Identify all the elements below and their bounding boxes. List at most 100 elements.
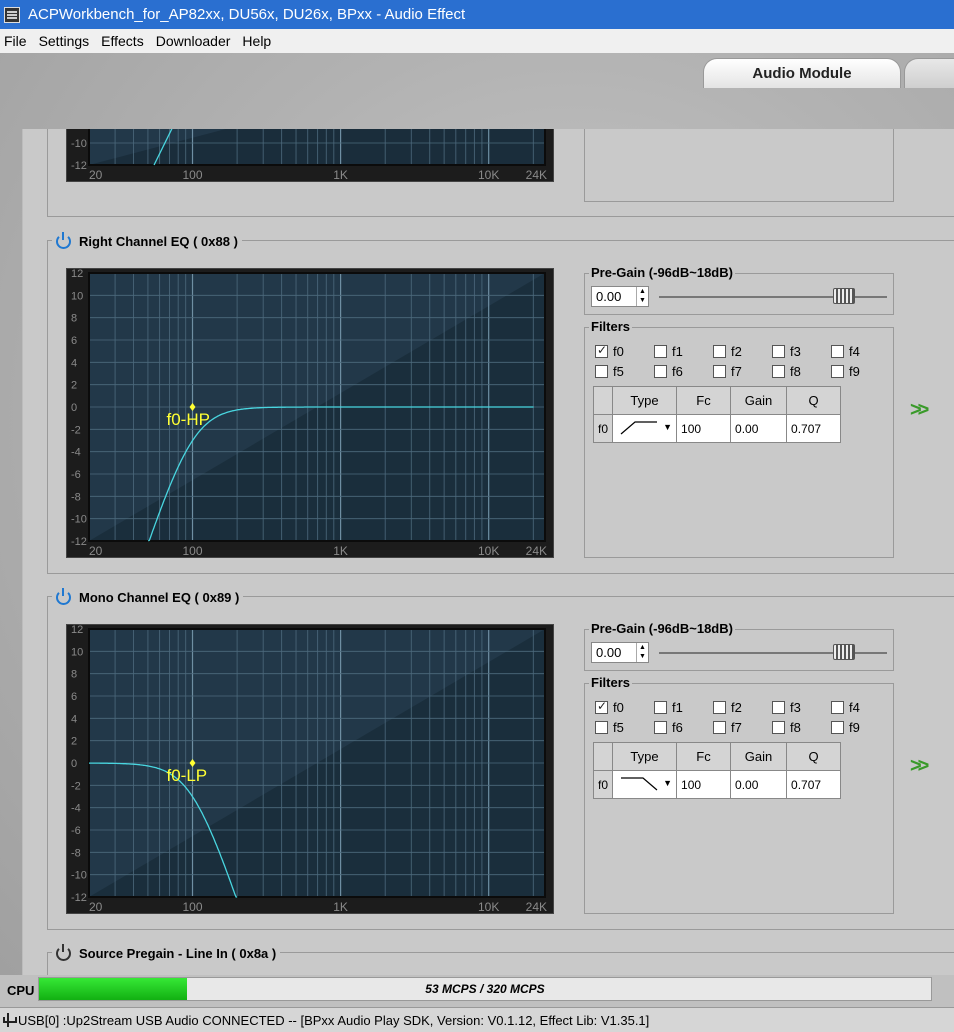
filter-checkbox-f9[interactable]: f9 [831,364,860,379]
checkbox-icon[interactable] [772,721,785,734]
filter-label: f9 [849,364,860,379]
checkbox-icon[interactable] [595,365,608,378]
x-tick-label: 100 [182,900,202,914]
col-type: Type [612,386,678,415]
checkbox-icon[interactable] [713,345,726,358]
filter-checkbox-f4[interactable]: f4 [831,344,860,359]
pregain-input[interactable]: 0.00 ▲ ▼ [591,642,649,663]
y-tick-label: 12 [71,625,83,636]
cpu-label: CPU [7,983,35,998]
menu-downloader[interactable]: Downloader [156,33,237,49]
col-gain: Gain [730,386,788,415]
fc-input[interactable]: 100 [676,770,732,799]
filter-label: f1 [672,344,683,359]
spin-arrows-icon[interactable]: ▲ ▼ [636,287,648,306]
checkbox-icon[interactable] [654,701,667,714]
cpu-bar: CPU 53 MCPS / 320 MCPS [0,975,954,1007]
filter-label: f8 [790,364,801,379]
checkbox-icon[interactable] [713,701,726,714]
checkbox-icon[interactable] [595,721,608,734]
highpass-shape-icon [620,421,658,435]
filter-checkbox-f1[interactable]: f1 [654,700,683,715]
filter-checkbox-f5[interactable]: f5 [595,364,624,379]
right-channel-eq-group: Right Channel EQ ( 0x88 ) 12 10 8 6 4 2 0 -2 -4-… [47,231,954,574]
filter-checkbox-f3[interactable]: f3 [772,700,801,715]
pregain-input[interactable]: 0.00 ▲ ▼ [591,286,649,307]
checkbox-icon[interactable] [654,345,667,358]
filter-type-select[interactable]: ▼ [612,770,678,799]
mono-eq-graph[interactable]: 12 10 8 6 4 2 0 -2 -4 -6 -8 -10 -12 20 100 1K 10K 24K f0-L… [66,624,554,914]
x-tick-label: 10K [478,168,499,182]
col-fc: Fc [676,386,732,415]
usb-icon [2,1013,17,1027]
checkbox-icon[interactable] [654,721,667,734]
filter-checkbox-f9[interactable]: f9 [831,720,860,735]
previous-eq-graph[interactable]: -8-10-12201001K10K24K [66,129,554,182]
y-tick-label: 10 [71,290,83,302]
filter-checkbox-f4[interactable]: f4 [831,700,860,715]
filter-checkbox-f0[interactable]: f0 [595,343,624,359]
filter-checkbox-f6[interactable]: f6 [654,720,683,735]
y-tick-label: -2 [71,424,81,436]
checkbox-icon[interactable] [772,701,785,714]
filter-checkbox-f1[interactable]: f1 [654,344,683,359]
expand-arrow-icon[interactable]: >> [910,399,929,422]
q-input[interactable]: 0.707 [786,414,842,443]
filter-checkbox-f7[interactable]: f7 [713,720,742,735]
filter-checkbox-f7[interactable]: f7 [713,364,742,379]
pregain-slider-thumb[interactable] [833,644,855,660]
source-pregain-group: Source Pregain - Line In ( 0x8a ) [47,943,954,975]
filter-checkbox-f2[interactable]: f2 [713,344,742,359]
y-tick-label: -10 [71,514,87,526]
y-tick-label: 8 [71,669,77,681]
filter-checkbox-f8[interactable]: f8 [772,720,801,735]
gain-input[interactable]: 0.00 [730,770,788,799]
q-input[interactable]: 0.707 [786,770,842,799]
menu-file[interactable]: File [4,33,33,49]
status-bar: USB[0] :Up2Stream USB Audio CONNECTED --… [0,1007,954,1032]
filter-checkbox-f8[interactable]: f8 [772,364,801,379]
checkbox-icon[interactable] [772,365,785,378]
checkbox-icon[interactable] [654,365,667,378]
filter-label: f2 [731,700,742,715]
y-tick-label: -4 [71,447,81,459]
filter-checkbox-f0[interactable]: f0 [595,699,624,715]
checkbox-icon[interactable] [831,365,844,378]
filter-checkbox-f2[interactable]: f2 [713,700,742,715]
x-tick-label: 1K [333,544,348,558]
menu-settings[interactable]: Settings [39,33,96,49]
power-icon[interactable] [56,231,71,249]
y-tick-label: -2 [71,780,81,792]
y-tick-label: 4 [71,357,77,369]
filter-table: Type Fc Gain Q f0 ▼ 100 0.00 0.707 [592,386,842,443]
power-icon[interactable] [56,587,71,605]
tab-next[interactable] [904,58,954,88]
right-eq-graph[interactable]: 12 10 8 6 4 2 0 -2 -4 -6 -8 -10 -12 20 100 1K 10K 24K f0-H… [66,268,554,558]
y-tick-label: 6 [71,691,77,703]
gain-input[interactable]: 0.00 [730,414,788,443]
pregain-slider-thumb[interactable] [833,288,855,304]
expand-arrow-icon[interactable]: >> [910,755,929,778]
checkbox-icon[interactable] [595,699,608,714]
checkbox-icon[interactable] [831,345,844,358]
fc-input[interactable]: 100 [676,414,732,443]
filter-type-select[interactable]: ▼ [612,414,678,443]
y-tick-label: 2 [71,380,77,392]
checkbox-icon[interactable] [831,701,844,714]
filters-label: Filters [589,319,633,334]
filter-checkbox-f3[interactable]: f3 [772,344,801,359]
checkbox-icon[interactable] [772,345,785,358]
checkbox-icon[interactable] [713,721,726,734]
menu-effects[interactable]: Effects [101,33,150,49]
filter-checkbox-f6[interactable]: f6 [654,364,683,379]
power-icon[interactable] [56,943,71,961]
filter-checkbox-f5[interactable]: f5 [595,720,624,735]
spin-arrows-icon[interactable]: ▲ ▼ [636,643,648,662]
checkbox-icon[interactable] [831,721,844,734]
y-tick-label: -10 [71,138,87,150]
tab-audio-module[interactable]: Audio Module [703,58,901,88]
checkbox-icon[interactable] [595,343,608,358]
pregain-label: Pre-Gain (-96dB~18dB) [589,621,735,636]
menu-help[interactable]: Help [242,33,277,49]
checkbox-icon[interactable] [713,365,726,378]
